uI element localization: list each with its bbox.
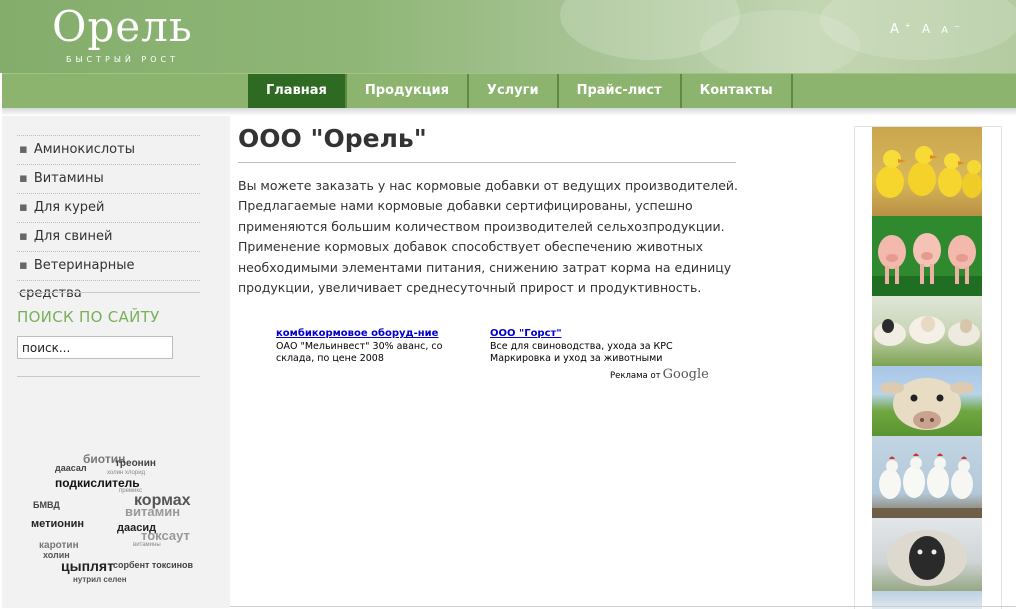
ad-link[interactable]: ООО "Горст"	[490, 328, 690, 339]
tag-cloud: биотин треонин даасал холин хлорид подки…	[27, 446, 207, 596]
ad-block: комбикормовое оборуд-ние ОАО "Мельинвест…	[276, 328, 476, 365]
bullet-icon: ▪	[19, 229, 28, 244]
tag-link[interactable]: цыплят	[61, 558, 114, 574]
tag-link[interactable]: премикс	[119, 488, 142, 494]
main-content: ООО "Орель" Вы можете заказать у нас кор…	[238, 116, 798, 608]
ad-block: ООО "Горст" Все для свиноводства, ухода …	[490, 328, 690, 365]
chickens-photo	[872, 436, 982, 518]
tag-link[interactable]: БМВД	[33, 500, 60, 510]
tag-link[interactable]: нутрил селен	[73, 575, 127, 584]
main-nav: Главная Продукция Услуги Прайс-лист Конт…	[2, 73, 1016, 109]
nav-item-home[interactable]: Главная	[248, 74, 347, 108]
sidebar-divider	[17, 292, 200, 293]
font-increase-button[interactable]: A +	[890, 22, 911, 37]
photo-column	[854, 126, 1002, 609]
logo-text: Орель	[52, 2, 193, 51]
tag-link[interactable]: витамины	[133, 542, 161, 548]
ad-text: Все для свиноводства, ухода за КРС Марки…	[490, 341, 673, 364]
nav-item-pricelist[interactable]: Прайс-лист	[559, 74, 682, 108]
tag-link[interactable]: метионин	[31, 518, 84, 530]
search-input[interactable]	[17, 336, 173, 359]
ad-text: ОАО "Мельинвест" 30% аванс, со склада, п…	[276, 341, 443, 364]
piglets-photo	[872, 216, 982, 296]
tag-link[interactable]: токсаут	[141, 528, 190, 543]
category-item-amino-acids[interactable]: ▪ Аминокислоты	[17, 136, 200, 165]
google-logo: Google	[662, 367, 709, 382]
logo-tagline: БЫСТРЫЙ РОСТ	[66, 55, 180, 64]
font-size-controls: A + A A −	[890, 18, 966, 37]
title-divider	[238, 162, 736, 163]
nav-item-services[interactable]: Услуги	[469, 74, 559, 108]
sheep-photo	[872, 296, 982, 366]
ad-link[interactable]: комбикормовое оборуд-ние	[276, 328, 476, 339]
tag-link[interactable]: треонин	[115, 458, 156, 469]
bullet-icon: ▪	[19, 142, 28, 157]
sidebar-divider	[17, 376, 200, 377]
category-item-veterinary[interactable]: ▪ Ветеринарные средства	[17, 252, 200, 301]
ads-by-google-link[interactable]: Реклама от Google	[610, 367, 709, 382]
ducklings-photo	[872, 127, 982, 216]
search-title: ПОИСК ПО САЙТУ	[17, 308, 160, 326]
page-bottom-border	[230, 606, 1016, 607]
nav-shadow	[2, 108, 1016, 116]
nav-item-products[interactable]: Продукция	[347, 74, 469, 108]
tag-link[interactable]: витамин	[125, 504, 180, 519]
nav-item-contacts[interactable]: Контакты	[682, 74, 793, 108]
plus-icon: +	[904, 21, 911, 30]
category-item-vitamins[interactable]: ▪ Витамины	[17, 165, 200, 194]
page-title: ООО "Орель"	[238, 124, 427, 153]
bullet-icon: ▪	[19, 258, 28, 273]
category-item-pigs[interactable]: ▪ Для свиней	[17, 223, 200, 252]
site-header: Орель БЫСТРЫЙ РОСТ A + A A −	[0, 0, 1016, 73]
font-decrease-button[interactable]: A −	[941, 22, 960, 36]
minus-icon: −	[954, 22, 960, 31]
intro-text: Вы можете заказать у нас кормовые добавк…	[238, 178, 738, 296]
font-normal-button[interactable]: A	[922, 22, 930, 36]
tag-link[interactable]: сорбент токсинов	[113, 560, 193, 570]
ram-photo	[872, 518, 982, 591]
category-menu: ▪ Аминокислоты ▪ Витамины ▪ Для курей ▪ Для …	[17, 135, 200, 301]
site-logo[interactable]: Орель	[52, 4, 193, 50]
tag-link[interactable]: даасал	[55, 463, 87, 473]
bullet-icon: ▪	[19, 200, 28, 215]
category-item-poultry[interactable]: ▪ Для курей	[17, 194, 200, 223]
left-sidebar: ▪ Аминокислоты ▪ Витамины ▪ Для курей ▪ Для …	[2, 116, 230, 608]
cow-photo	[872, 366, 982, 436]
bullet-icon: ▪	[19, 171, 28, 186]
